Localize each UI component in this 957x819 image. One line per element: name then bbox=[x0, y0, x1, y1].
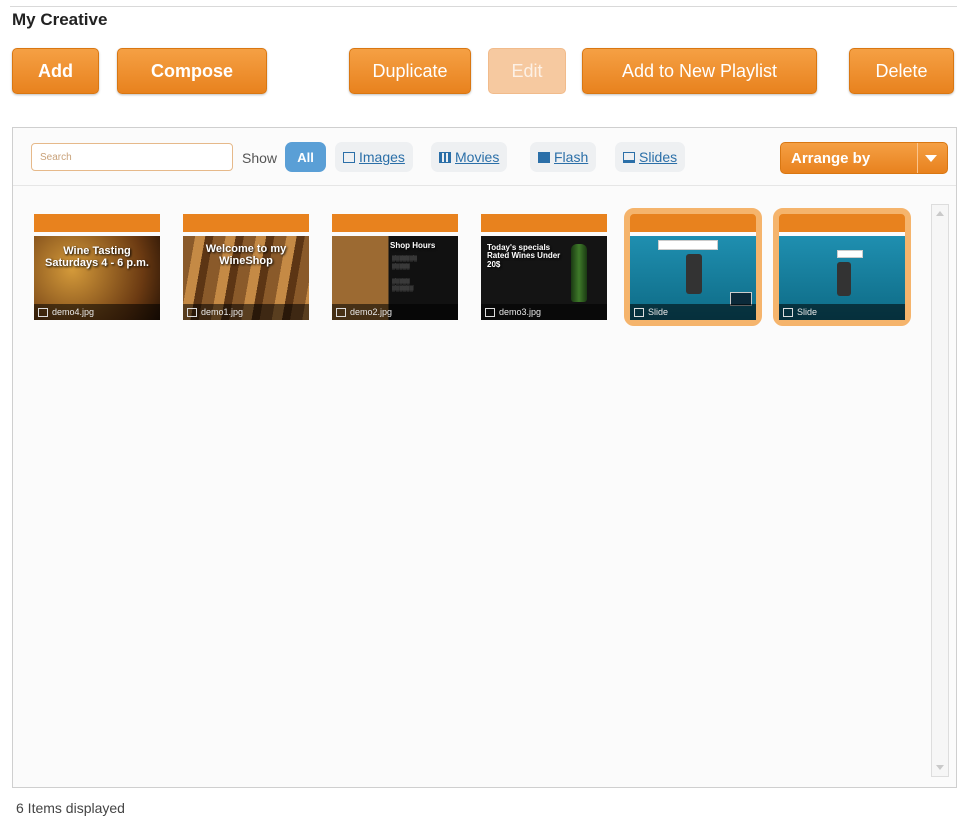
arrange-divider bbox=[917, 143, 918, 173]
item-caption-label: demo3.jpg bbox=[499, 307, 542, 317]
item-header-bar bbox=[779, 214, 905, 232]
scroll-up-arrow-icon[interactable] bbox=[936, 211, 944, 216]
image-icon bbox=[187, 307, 197, 317]
scroll-down-arrow-icon[interactable] bbox=[936, 765, 944, 770]
item-header-bar bbox=[34, 214, 160, 232]
item-caption-label: demo1.jpg bbox=[201, 307, 244, 317]
wine-bottle-graphic bbox=[571, 244, 587, 302]
filter-movies-label: Movies bbox=[455, 149, 500, 165]
image-icon bbox=[38, 307, 48, 317]
item-caption: Slide bbox=[779, 304, 905, 320]
search-input[interactable] bbox=[31, 143, 233, 171]
slide-icon bbox=[623, 151, 635, 163]
delete-button[interactable]: Delete bbox=[849, 48, 954, 94]
thumbnail-text: Shop Hours bbox=[390, 241, 436, 250]
slide-text-box bbox=[658, 240, 718, 250]
filter-slides-button[interactable]: Slides bbox=[615, 142, 686, 172]
image-icon bbox=[336, 307, 346, 317]
vertical-scrollbar[interactable] bbox=[931, 204, 949, 777]
filter-flash-button[interactable]: Flash bbox=[530, 142, 597, 172]
thumbnail-text: Today's specials Rated Wines Under 20$ bbox=[487, 243, 561, 269]
item-caption: demo2.jpg bbox=[332, 304, 458, 320]
item-header-bar bbox=[630, 214, 756, 232]
creative-panel: Show All Images Movies Flash Slides Arra… bbox=[12, 127, 957, 788]
item-caption: demo4.jpg bbox=[34, 304, 160, 320]
edit-button[interactable]: Edit bbox=[488, 48, 566, 94]
page-title: My Creative bbox=[12, 10, 108, 29]
slide-figure bbox=[686, 254, 702, 294]
item-header-bar bbox=[183, 214, 309, 232]
filter-images-button[interactable]: Images bbox=[335, 142, 413, 172]
creative-item[interactable]: Shop Hours ░░░░░░░ ░░░░░ ░░░░░ ░░░░░░ demo2… bbox=[332, 214, 458, 320]
item-caption-label: demo4.jpg bbox=[52, 307, 95, 317]
movie-icon bbox=[439, 151, 451, 163]
arrange-by-label: Arrange by bbox=[791, 150, 871, 167]
add-to-new-playlist-button[interactable]: Add to New Playlist bbox=[582, 48, 817, 94]
item-caption: demo1.jpg bbox=[183, 304, 309, 320]
creative-item[interactable]: Today's specials Rated Wines Under 20$ d… bbox=[481, 214, 607, 320]
compose-button[interactable]: Compose bbox=[117, 48, 267, 94]
arrange-by-dropdown[interactable]: Arrange by bbox=[780, 142, 948, 174]
creative-item[interactable]: Welcome to my WineShop demo1.jpg bbox=[183, 214, 309, 320]
creative-item[interactable]: Slide bbox=[624, 208, 762, 326]
item-header-bar bbox=[481, 214, 607, 232]
flash-icon bbox=[538, 151, 550, 163]
show-label: Show bbox=[242, 150, 278, 166]
thumbnail-text: Wine Tasting Saturdays 4 - 6 p.m. bbox=[45, 245, 149, 269]
filter-movies-button[interactable]: Movies bbox=[431, 142, 508, 172]
slide-figure bbox=[837, 262, 851, 296]
items-count-status: 6 Items displayed bbox=[16, 800, 125, 816]
slide-icon bbox=[634, 307, 644, 317]
top-divider bbox=[10, 6, 957, 7]
creative-item[interactable]: Wine Tasting Saturdays 4 - 6 p.m. demo4.… bbox=[34, 214, 160, 320]
item-caption-label: Slide bbox=[648, 307, 669, 317]
add-button[interactable]: Add bbox=[12, 48, 99, 94]
item-caption-label: Slide bbox=[797, 307, 818, 317]
thumbnail-fine-print: ░░░░░░░ ░░░░░ ░░░░░ ░░░░░░ bbox=[392, 256, 417, 292]
chevron-down-icon bbox=[925, 155, 937, 162]
filter-all-button[interactable]: All bbox=[285, 142, 326, 172]
filter-slides-label: Slides bbox=[639, 149, 678, 165]
thumbnail-text: Welcome to my WineShop bbox=[205, 243, 287, 267]
slide-icon bbox=[783, 307, 793, 317]
filter-images-label: Images bbox=[359, 149, 405, 165]
item-caption-label: demo2.jpg bbox=[350, 307, 393, 317]
creative-item[interactable]: Slide bbox=[773, 208, 911, 326]
item-caption: Slide bbox=[630, 304, 756, 320]
item-caption: demo3.jpg bbox=[481, 304, 607, 320]
image-icon bbox=[343, 151, 355, 163]
item-header-bar bbox=[332, 214, 458, 232]
slide-text-box bbox=[837, 250, 863, 258]
filter-flash-label: Flash bbox=[554, 149, 589, 165]
filter-bar: Show All Images Movies Flash Slides Arra… bbox=[13, 128, 956, 186]
duplicate-button[interactable]: Duplicate bbox=[349, 48, 471, 94]
image-icon bbox=[485, 307, 495, 317]
